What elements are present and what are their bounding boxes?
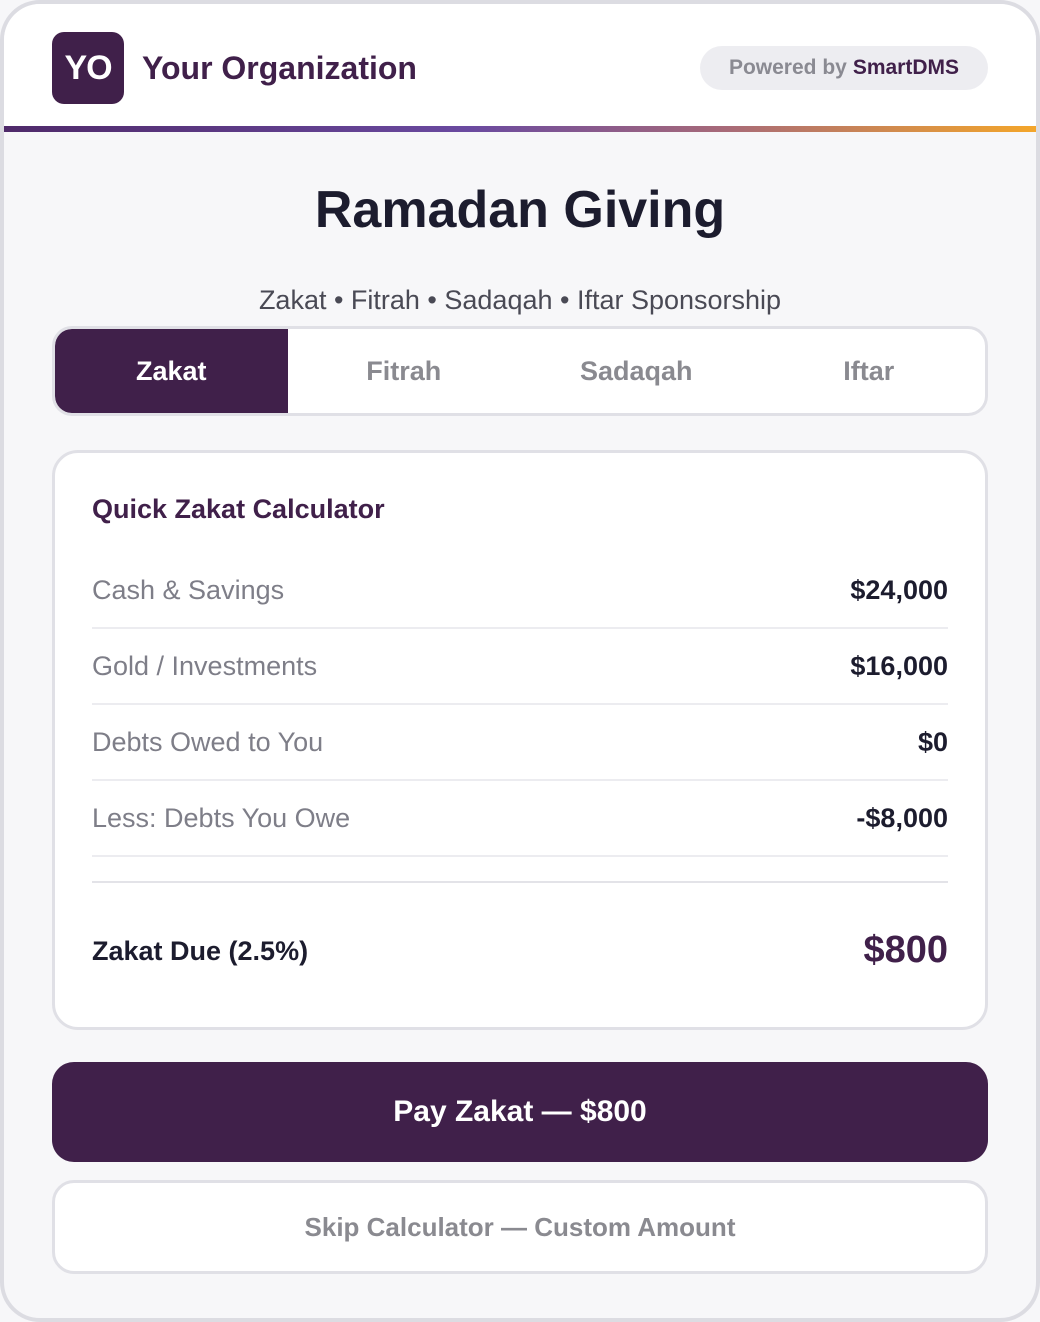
row-value[interactable]: $16,000: [850, 651, 948, 682]
row-label: Gold / Investments: [92, 650, 318, 681]
tab-zakat[interactable]: Zakat: [55, 329, 288, 413]
calculator-row-gold: Gold / Investments $16,000: [92, 629, 948, 705]
zakat-due-label: Zakat Due (2.5%): [92, 936, 309, 966]
accent-divider: [4, 126, 1036, 132]
pay-zakat-button[interactable]: Pay Zakat — $800: [52, 1062, 988, 1162]
row-value[interactable]: -$8,000: [856, 803, 948, 834]
tab-iftar[interactable]: Iftar: [753, 329, 986, 413]
skip-calculator-button[interactable]: Skip Calculator — Custom Amount: [52, 1180, 988, 1274]
header: YO Your Organization Powered by SmartDMS: [4, 4, 1036, 128]
calculator-row-debts-owed: Debts Owed to You $0: [92, 705, 948, 781]
calculator-row-debts-you-owe: Less: Debts You Owe -$8,000: [92, 781, 948, 857]
org-name: Your Organization: [142, 50, 417, 86]
powered-by-badge[interactable]: Powered by SmartDMS: [700, 46, 988, 90]
page-subtitle: Zakat • Fitrah • Sadaqah • Iftar Sponsor…: [258, 285, 782, 315]
org-logo: YO: [52, 32, 124, 104]
calculator-row-cash: Cash & Savings $24,000: [92, 553, 948, 629]
row-label: Debts Owed to You: [92, 726, 324, 757]
page-title: Ramadan Giving: [314, 181, 726, 239]
tab-sadaqah[interactable]: Sadaqah: [520, 329, 753, 413]
row-value[interactable]: $24,000: [850, 575, 948, 606]
tab-fitrah[interactable]: Fitrah: [288, 329, 521, 413]
row-label: Less: Debts You Owe: [92, 802, 351, 833]
giving-type-tabs: Zakat Fitrah Sadaqah Iftar: [52, 326, 988, 416]
row-label: Cash & Savings: [92, 574, 285, 605]
row-value[interactable]: $0: [918, 727, 948, 758]
zakat-due-value: $800: [863, 929, 948, 971]
powered-by-brand: SmartDMS: [852, 56, 960, 79]
powered-by-prefix: Powered by: [728, 56, 847, 79]
total-divider: [92, 881, 948, 883]
calculator-title: Quick Zakat Calculator: [92, 494, 385, 524]
donation-widget: YO Your Organization Powered by SmartDMS…: [0, 0, 1040, 1322]
zakat-calculator-card: Quick Zakat Calculator Cash & Savings $2…: [52, 450, 988, 1030]
